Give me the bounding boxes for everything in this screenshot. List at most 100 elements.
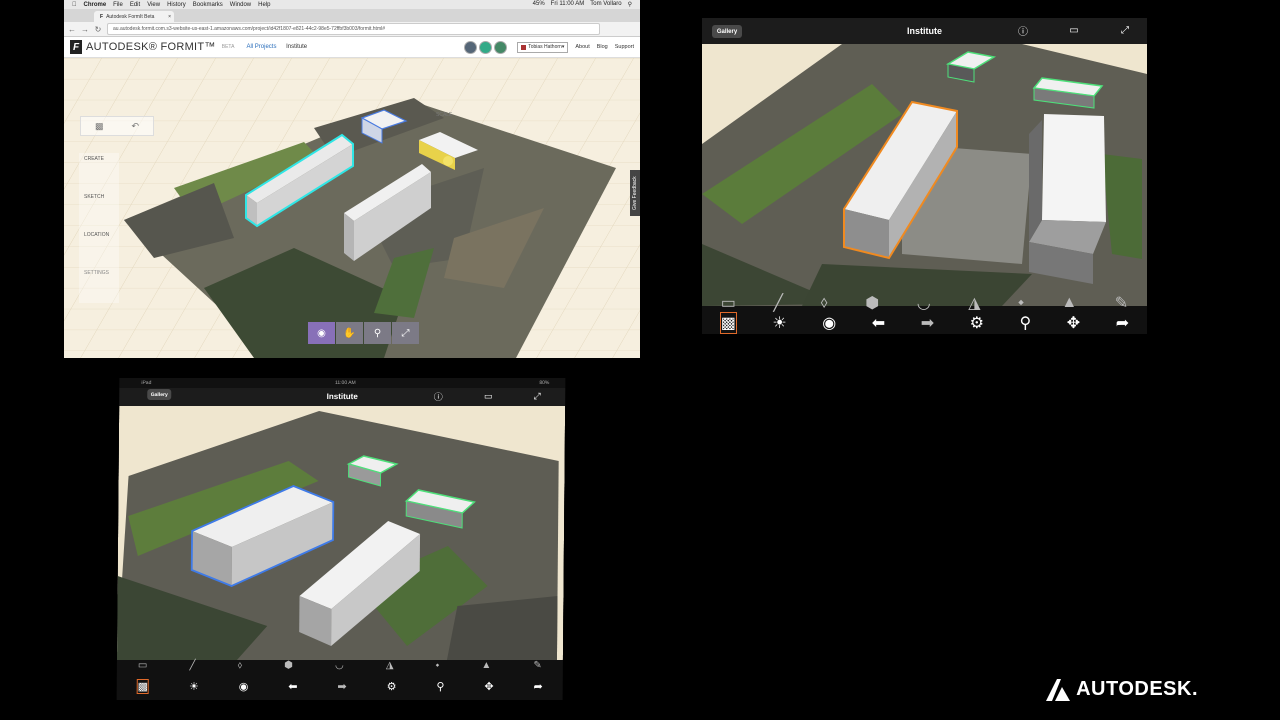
about-link[interactable]: About xyxy=(575,44,589,50)
back-icon[interactable]: ← xyxy=(68,25,76,34)
info-icon[interactable]: ⓘ xyxy=(1016,23,1030,38)
undo-toolbar: ▩ ↶ xyxy=(80,116,154,136)
menu-window[interactable]: Window xyxy=(230,2,251,8)
menu-view[interactable]: View xyxy=(147,2,160,8)
box-icon[interactable]: ⬢ xyxy=(865,293,879,313)
location-pin-icon[interactable]: ⚲ xyxy=(1020,313,1032,333)
beta-label: BETA xyxy=(221,44,235,50)
user-select[interactable]: Tobias Hathorn ▾ xyxy=(517,41,569,53)
menubar-app[interactable]: Chrome xyxy=(84,2,107,8)
close-icon[interactable]: × xyxy=(168,14,174,20)
location-tool-label[interactable]: LOCATION xyxy=(84,232,109,238)
sun-icon[interactable]: ☀ xyxy=(772,313,786,333)
breadcrumb: All Projects Institute xyxy=(246,44,307,50)
materials-icon[interactable]: ▩ xyxy=(136,678,150,694)
battery-label: 80% xyxy=(539,380,550,386)
gear-icon[interactable]: ⚙ xyxy=(387,680,397,693)
reload-icon[interactable]: ↻ xyxy=(94,25,102,34)
device-icon[interactable]: ▭ xyxy=(482,390,494,402)
eye-icon[interactable]: ◉ xyxy=(822,313,836,333)
line-icon[interactable]: ╱ xyxy=(773,293,783,313)
line-icon[interactable]: ╱ xyxy=(189,660,195,671)
roof-icon[interactable]: ▲ xyxy=(481,660,491,671)
battery-status: 45% xyxy=(532,1,545,7)
menu-file[interactable]: File xyxy=(113,2,123,8)
cylinder-icon[interactable]: ◮ xyxy=(968,293,980,313)
fullscreen-icon[interactable]: ⤢ xyxy=(531,390,543,402)
settings-tool-label[interactable]: SETTINGS xyxy=(84,270,109,276)
ipad-bottom-viewport[interactable] xyxy=(116,406,566,660)
ipad-right-viewport[interactable] xyxy=(702,44,1147,306)
roof-icon[interactable]: ▲ xyxy=(1061,294,1077,312)
site-model-view xyxy=(64,58,640,358)
dome-icon[interactable]: ◡ xyxy=(917,293,931,313)
support-link[interactable]: Support xyxy=(615,44,634,50)
zoom-extents-icon[interactable]: ⤢ xyxy=(392,322,419,344)
breadcrumb-current: Institute xyxy=(286,44,308,50)
rectangle-icon[interactable]: ▭ xyxy=(138,660,148,671)
menubar-user[interactable]: Tom Vollaro xyxy=(590,1,621,8)
pencil-icon[interactable]: ✎ xyxy=(1115,293,1128,313)
pencil-icon[interactable]: ✎ xyxy=(533,660,541,671)
ipad-bottom-window: iPad 11:00 AM 80% Gallery Institute ⓘ ▭ … xyxy=(116,378,566,700)
avatar[interactable] xyxy=(494,40,508,54)
app-links: About Blog Support xyxy=(575,44,640,50)
menu-bookmarks[interactable]: Bookmarks xyxy=(193,2,223,8)
orbit-icon[interactable]: ◉ xyxy=(308,322,335,344)
user-avatar-icon xyxy=(521,44,527,50)
ipad-status-bar: iPad 11:00 AM 80% xyxy=(119,378,565,388)
apple-icon[interactable]:  xyxy=(72,2,77,8)
forward-icon[interactable]: → xyxy=(81,25,89,34)
mesh-icon[interactable]: ⬩ xyxy=(436,660,440,671)
create-tool-label[interactable]: CREATE xyxy=(84,156,104,162)
favicon-icon: F xyxy=(100,13,104,20)
user-name: Tobias Hathorn xyxy=(528,44,562,50)
avatar[interactable] xyxy=(464,40,478,54)
share-icon[interactable]: ➦ xyxy=(533,680,542,693)
fullscreen-icon[interactable]: ⤢ xyxy=(1118,23,1132,37)
menu-edit[interactable]: Edit xyxy=(130,2,140,8)
blog-link[interactable]: Blog xyxy=(597,44,608,50)
tab-title: Autodesk FormIt Beta xyxy=(106,13,155,20)
double-line-icon[interactable]: ⬨ xyxy=(238,660,243,671)
ipad-bottom-tool-row: ▭ ╱ ⬨ ⬢ ◡ ◮ ⬩ ▲ ✎ xyxy=(117,657,563,673)
info-icon[interactable]: ⓘ xyxy=(432,390,444,402)
url-field[interactable]: au.autodesk.formit.com.s3-website-us-eas… xyxy=(107,23,600,35)
mac-menubar:  Chrome File Edit View History Bookmark… xyxy=(64,0,640,9)
gear-icon[interactable]: ⚙ xyxy=(970,313,984,333)
ipad-right-action-row: ▩ ☀ ◉ ⬅ ➡ ⚙ ⚲ ✥ ➦ xyxy=(702,312,1147,334)
feedback-tab[interactable]: Give Feedback xyxy=(630,170,640,216)
redo-icon[interactable]: ➡ xyxy=(337,680,346,693)
mesh-icon[interactable]: ⬩ xyxy=(1018,294,1024,312)
double-line-icon[interactable]: ⬨ xyxy=(821,294,828,312)
box-icon[interactable]: ⬢ xyxy=(284,660,293,671)
pan-icon[interactable]: ✋ xyxy=(336,322,363,344)
eye-icon[interactable]: ◉ xyxy=(239,680,249,693)
3d-viewport[interactable]: ▩ ↶ CREATE SKETCH LOCATION SETTINGS SCAL… xyxy=(64,58,640,358)
move-icon[interactable]: ✥ xyxy=(484,680,493,693)
sketch-tool-label[interactable]: SKETCH xyxy=(84,194,104,200)
materials-icon[interactable]: ▩ xyxy=(719,312,737,334)
dome-icon[interactable]: ◡ xyxy=(335,660,344,671)
location-pin-icon[interactable]: ⚲ xyxy=(436,680,444,693)
undo-icon[interactable]: ⬅ xyxy=(288,680,297,693)
browser-tab[interactable]: F Autodesk FormIt Beta × xyxy=(94,11,174,22)
address-row: ← → ↻ au.autodesk.formit.com.s3-website-… xyxy=(64,22,640,37)
layers-icon[interactable]: ▩ xyxy=(95,121,104,132)
sun-icon[interactable]: ☀ xyxy=(189,680,199,693)
breadcrumb-all-projects[interactable]: All Projects xyxy=(246,44,276,50)
move-icon[interactable]: ✥ xyxy=(1067,313,1080,333)
rectangle-icon[interactable]: ▭ xyxy=(721,293,736,313)
menu-history[interactable]: History xyxy=(167,2,186,8)
undo-icon[interactable]: ↶ xyxy=(131,121,139,132)
undo-icon[interactable]: ⬅ xyxy=(872,313,885,333)
search-icon[interactable]: ⚲ xyxy=(628,1,632,8)
redo-icon[interactable]: ➡ xyxy=(921,313,934,333)
avatar[interactable] xyxy=(479,40,493,54)
ipad-right-titlebar: Gallery Institute ⓘ ▭ ⤢ xyxy=(702,18,1147,44)
device-icon[interactable]: ▭ xyxy=(1067,23,1081,37)
menu-help[interactable]: Help xyxy=(258,2,270,8)
share-icon[interactable]: ➦ xyxy=(1116,313,1129,333)
zoom-icon[interactable]: ⚲ xyxy=(364,322,391,344)
cylinder-icon[interactable]: ◮ xyxy=(386,660,394,671)
